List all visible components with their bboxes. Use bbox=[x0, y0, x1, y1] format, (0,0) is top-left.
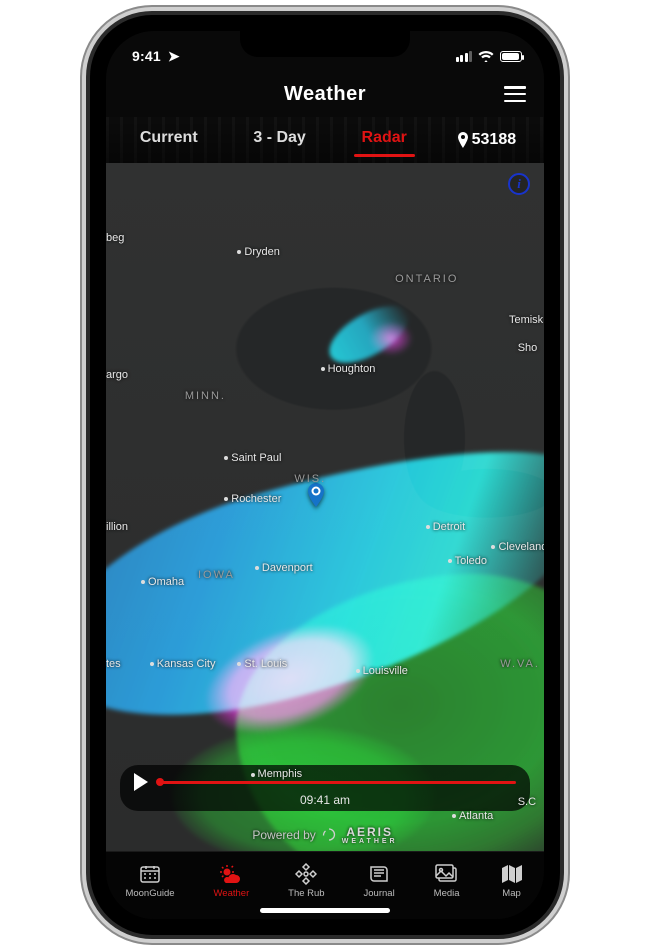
tab-therub[interactable]: The Rub bbox=[288, 863, 324, 899]
battery-icon bbox=[500, 51, 522, 62]
notch bbox=[240, 31, 410, 57]
city-label: Toledo bbox=[448, 555, 487, 567]
tab-label: Journal bbox=[364, 888, 395, 899]
playback-time: 09:41 am bbox=[120, 793, 530, 807]
radar-map[interactable]: i bbox=[106, 163, 544, 851]
city-label: Cleveland bbox=[491, 541, 544, 553]
region-label: W.VA. bbox=[500, 658, 540, 670]
tab-label: Radar bbox=[362, 129, 407, 146]
edge-label: tes bbox=[106, 658, 121, 670]
clock-label: 9:41 bbox=[132, 48, 161, 64]
location-arrow-icon: ➤ bbox=[168, 48, 180, 64]
city-label: Dryden bbox=[237, 246, 279, 258]
tab-label: The Rub bbox=[288, 888, 324, 899]
book-icon bbox=[366, 863, 392, 885]
tab-media[interactable]: Media bbox=[434, 863, 460, 899]
attribution-prefix: Powered by bbox=[252, 828, 315, 842]
city-label: Rochester bbox=[224, 493, 281, 505]
tab-label: Current bbox=[140, 129, 198, 146]
city-label: Kansas City bbox=[150, 658, 216, 670]
status-time: 9:41 ➤ bbox=[132, 48, 180, 65]
play-button[interactable] bbox=[134, 773, 148, 791]
edge-label: argo bbox=[106, 369, 128, 381]
attribution: Powered by AERIS WEATHER bbox=[106, 825, 544, 845]
tab-label: Map bbox=[502, 888, 520, 899]
region-label: MINN. bbox=[185, 390, 226, 402]
edge-label: illion bbox=[106, 521, 128, 533]
city-label: Louisville bbox=[356, 665, 408, 677]
city-label: Saint Paul bbox=[224, 452, 281, 464]
tab-journal[interactable]: Journal bbox=[364, 863, 395, 899]
image-icon bbox=[434, 863, 460, 885]
tab-label: Weather bbox=[214, 888, 250, 899]
cellular-icon bbox=[456, 51, 473, 62]
edge-label: S.C bbox=[518, 796, 536, 808]
app-header: Weather bbox=[106, 71, 544, 117]
city-label: Houghton bbox=[321, 363, 376, 375]
calendar-icon bbox=[137, 863, 163, 885]
tab-weather[interactable]: Weather bbox=[214, 863, 250, 899]
tab-map[interactable]: Map bbox=[499, 863, 525, 899]
sun-cloud-icon bbox=[218, 863, 244, 885]
zip-selector[interactable]: 53188 bbox=[457, 131, 517, 149]
tab-radar[interactable]: Radar bbox=[356, 125, 413, 155]
user-location-pin[interactable] bbox=[306, 483, 326, 507]
radar-playbar: 09:41 am bbox=[120, 765, 530, 811]
region-label: ONTARIO bbox=[395, 273, 458, 285]
city-label: Davenport bbox=[255, 562, 313, 574]
wifi-icon bbox=[478, 50, 494, 62]
home-indicator[interactable] bbox=[260, 908, 390, 913]
city-label: Atlanta bbox=[452, 810, 493, 822]
menu-button[interactable] bbox=[504, 86, 526, 102]
target-icon bbox=[293, 863, 319, 885]
info-button[interactable]: i bbox=[508, 173, 530, 195]
region-label: IOWA bbox=[198, 569, 235, 581]
city-label: St. Louis bbox=[237, 658, 287, 670]
phone-frame: 9:41 ➤ Weather Current 3 - Day bbox=[90, 15, 560, 935]
page-title: Weather bbox=[284, 83, 366, 106]
screen: 9:41 ➤ Weather Current 3 - Day bbox=[106, 31, 544, 919]
city-label: Memphis bbox=[251, 768, 303, 780]
zip-label: 53188 bbox=[472, 131, 517, 149]
bottom-tabbar: MoonGuide Weather The Rub Journal bbox=[106, 851, 544, 919]
edge-label: Temisk bbox=[509, 314, 543, 326]
weather-tabs: Current 3 - Day Radar 53188 bbox=[106, 117, 544, 163]
tab-3day[interactable]: 3 - Day bbox=[247, 125, 311, 155]
timeline-slider[interactable] bbox=[160, 781, 516, 784]
pin-icon bbox=[457, 132, 469, 148]
aeris-logo-icon bbox=[322, 828, 336, 842]
region-label: WIS. bbox=[294, 473, 326, 485]
attribution-brand: AERIS WEATHER bbox=[342, 825, 398, 845]
tab-moonguide[interactable]: MoonGuide bbox=[125, 863, 174, 899]
city-label: Omaha bbox=[141, 576, 184, 588]
edge-label: beg bbox=[106, 232, 124, 244]
tab-label: 3 - Day bbox=[253, 129, 305, 146]
tab-current[interactable]: Current bbox=[134, 125, 204, 155]
edge-label: Sho bbox=[518, 342, 538, 354]
city-label: Detroit bbox=[426, 521, 465, 533]
tab-label: Media bbox=[434, 888, 460, 899]
map-icon bbox=[499, 863, 525, 885]
tab-label: MoonGuide bbox=[125, 888, 174, 899]
radar-overlay bbox=[106, 163, 544, 851]
